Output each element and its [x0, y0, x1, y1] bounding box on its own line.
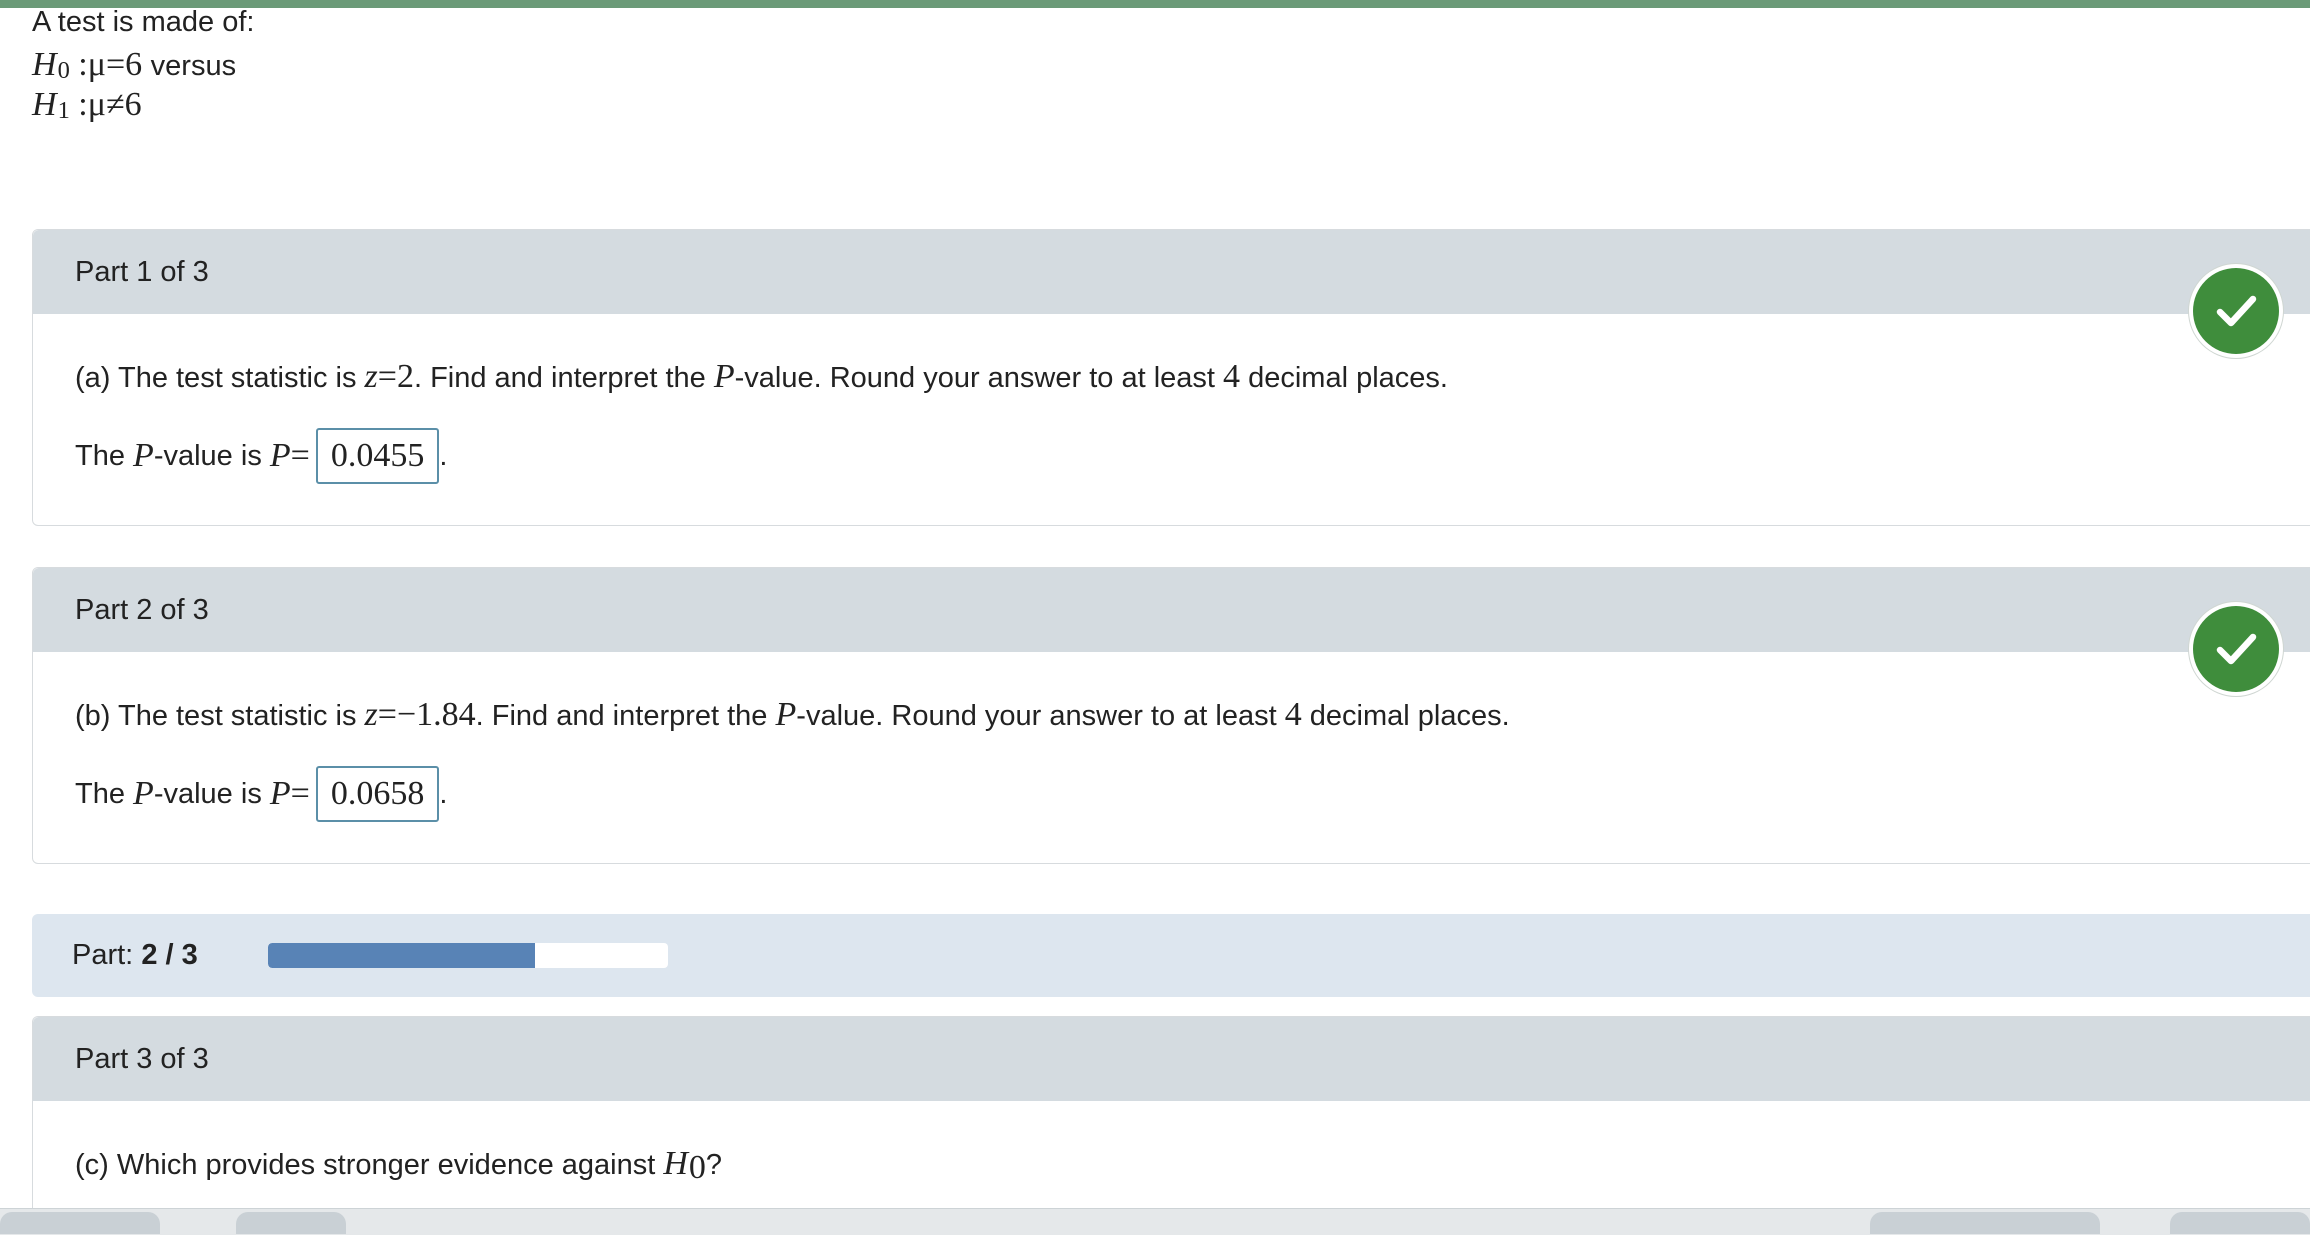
check-circle-icon	[2193, 606, 2279, 692]
part-progress-value: 2 / 3	[141, 939, 198, 971]
part-1-question: (a) The test statistic is z=2. Find and …	[75, 358, 1448, 395]
part-1-answer-field[interactable]: 0.0455	[315, 428, 440, 484]
part-3-panel: Part 3 of 3 (c) Which provides stronger …	[32, 1016, 2310, 1217]
check-circle-icon	[2193, 268, 2279, 354]
part-progress-label: Part: 2 / 3	[72, 939, 198, 971]
part-3-question: (c) Which provides stronger evidence aga…	[75, 1145, 723, 1187]
part-2-panel: Part 2 of 3 (b) The test statistic is z=…	[32, 567, 2310, 864]
alternative-hypothesis: H1 :μ≠6	[32, 86, 142, 124]
part-1-header: Part 1 of 3	[33, 230, 2310, 314]
bottom-toolbar-edge	[0, 1208, 2310, 1235]
part-2-answer-field[interactable]: 0.0658	[315, 766, 440, 822]
progress-bar	[268, 943, 668, 968]
part-progress-panel: Part: 2 / 3	[32, 914, 2310, 997]
part-2-header: Part 2 of 3	[33, 568, 2310, 652]
part-2-answer-line: The P -value is P = 0.0658.	[75, 766, 447, 822]
versus-label: versus	[150, 50, 237, 82]
progress-bar-fill	[268, 943, 535, 968]
part-1-answer-line: The P -value is P = 0.0455.	[75, 428, 447, 484]
bottom-tab[interactable]	[0, 1212, 160, 1234]
null-hypothesis: H0 :μ=6 versus	[32, 46, 237, 84]
part-2-question: (b) The test statistic is z=−1.84. Find …	[75, 696, 1510, 733]
top-accent-bar	[0, 0, 2310, 8]
bottom-tab[interactable]	[236, 1212, 346, 1234]
bottom-tab[interactable]	[1870, 1212, 2100, 1234]
part-1-panel: Part 1 of 3 (a) The test statistic is z=…	[32, 229, 2310, 526]
bottom-tab[interactable]	[2170, 1212, 2310, 1234]
problem-intro: A test is made of:	[32, 6, 255, 38]
part-3-header: Part 3 of 3	[33, 1017, 2310, 1101]
